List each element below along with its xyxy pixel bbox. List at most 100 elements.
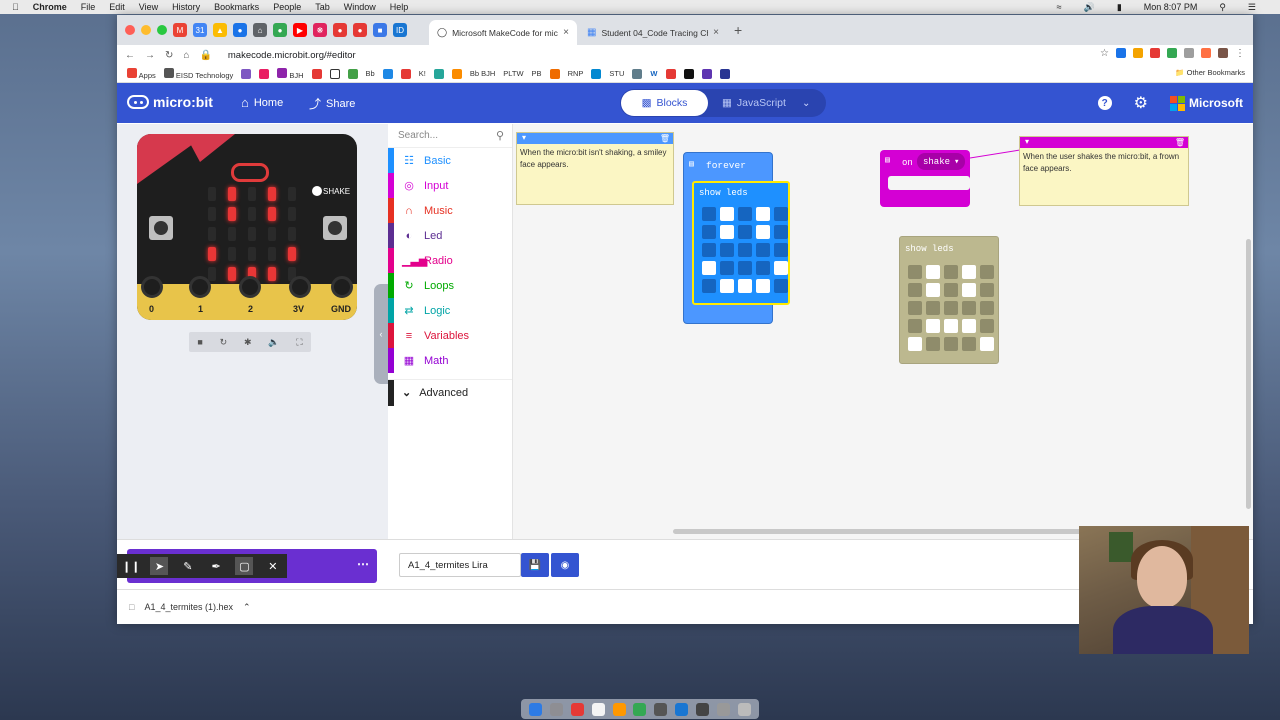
bookmark-bb-bjh[interactable]: Bb BJH (470, 69, 495, 78)
led-cell-on[interactable] (980, 337, 994, 351)
extension-icon[interactable] (1167, 48, 1177, 58)
category-logic[interactable]: ⇄ Logic (388, 298, 512, 323)
extension-icon[interactable] (1150, 48, 1160, 58)
menu-view[interactable]: View (139, 2, 158, 12)
led-cell-on[interactable] (738, 279, 752, 293)
category-basic[interactable]: ☷ Basic (388, 148, 512, 173)
download-filename[interactable]: A1_4_termites (1).hex (144, 602, 233, 612)
search-icon[interactable]: ⚲ (1219, 2, 1226, 13)
bookmark-icon[interactable] (665, 68, 676, 79)
fullscreen-icon[interactable]: ⛶ (296, 337, 302, 348)
led-cell-on[interactable] (926, 283, 940, 297)
menu-history[interactable]: History (172, 2, 200, 12)
led-cell-off[interactable] (962, 301, 976, 315)
pause-icon[interactable]: ❙❙ (122, 557, 140, 575)
mute-icon[interactable]: 🔈 (268, 337, 279, 348)
blocks-tab[interactable]: ▩ Blocks (621, 90, 708, 116)
minimize-window-button[interactable] (141, 25, 151, 35)
app-icon[interactable] (696, 702, 710, 716)
forever-block[interactable]: ▤ forever show leds (683, 152, 790, 324)
led-cell-off[interactable] (908, 265, 922, 279)
led-cell-off[interactable] (774, 207, 788, 221)
star-icon[interactable]: ☆ (1100, 48, 1109, 59)
bookmark-icon[interactable] (259, 68, 270, 79)
bookmark-pltw[interactable]: PLTW (503, 69, 523, 78)
chevron-down-icon[interactable]: ⌄ (802, 98, 810, 109)
led-cell-off[interactable] (702, 279, 716, 293)
atom-icon[interactable]: ❋ (313, 23, 327, 37)
led-cell-off[interactable] (702, 207, 716, 221)
button-a[interactable] (149, 216, 173, 240)
led-cell-off[interactable] (738, 225, 752, 239)
forward-icon[interactable]: → (145, 50, 155, 61)
menu-file[interactable]: File (81, 2, 96, 12)
led-cell-on[interactable] (702, 261, 716, 275)
blocks-workspace[interactable]: ▾ 🗑 When the micro:bit isn't shaking, a … (513, 124, 1253, 539)
classroom-icon[interactable]: ● (273, 23, 287, 37)
led-cell-off[interactable] (908, 319, 922, 333)
category-led[interactable]: ◐ Led (388, 223, 512, 248)
app-icon[interactable] (654, 702, 668, 716)
pin-2[interactable] (239, 276, 261, 298)
bookmark-w[interactable]: W (650, 69, 657, 78)
trash-icon[interactable] (738, 702, 752, 716)
chevron-up-icon[interactable]: ⌃ (243, 602, 251, 613)
menu-app-name[interactable]: Chrome (33, 2, 67, 12)
volume-icon[interactable]: 🔊 (1084, 2, 1095, 13)
home-icon[interactable]: ⌂ (183, 50, 189, 61)
led-cell-on[interactable] (720, 225, 734, 239)
contacts-icon[interactable]: ● (233, 23, 247, 37)
led-cell-off[interactable] (944, 283, 958, 297)
led-editor-grid[interactable] (702, 207, 788, 293)
microbit-logo[interactable]: micro:bit (127, 94, 213, 110)
pin-gnd[interactable] (331, 276, 353, 298)
menu-bookmarks[interactable]: Bookmarks (214, 2, 259, 12)
led-cell-on[interactable] (756, 279, 770, 293)
maximize-window-button[interactable] (157, 25, 167, 35)
youtube-icon[interactable]: ▶ (293, 23, 307, 37)
shake-dropdown[interactable]: shake ▾ (917, 153, 966, 170)
menu-icon[interactable]: ⋮ (1235, 48, 1245, 59)
collapse-simulator-button[interactable]: ‹ (374, 284, 388, 384)
led-cell-off[interactable] (738, 207, 752, 221)
calendar-icon[interactable]: 31 (193, 23, 207, 37)
led-cell-on[interactable] (944, 319, 958, 333)
pin-3v[interactable] (289, 276, 311, 298)
led-cell-off[interactable] (944, 265, 958, 279)
save-button[interactable]: 💾 (521, 553, 549, 577)
button-b[interactable] (323, 216, 347, 240)
tab-student-doc[interactable]: ▦ Student 04_Code Tracing Char × (579, 20, 727, 45)
led-cell-off[interactable] (926, 301, 940, 315)
led-cell-off[interactable] (944, 301, 958, 315)
gear-icon[interactable]: ⚙ (1134, 93, 1148, 113)
back-icon[interactable]: ← (125, 50, 135, 61)
comment-icon[interactable]: ▤ (885, 155, 890, 165)
app-icon[interactable] (675, 702, 689, 716)
bookmark-icon[interactable] (311, 68, 322, 79)
comment-text[interactable]: When the user shakes the micro:bit, a fr… (1020, 148, 1188, 178)
advanced-category[interactable]: ⌄ Advanced (388, 379, 512, 406)
bookmark-icon[interactable] (347, 68, 358, 79)
other-bookmarks[interactable]: 📁 Other Bookmarks (1175, 68, 1245, 77)
debug-icon[interactable]: ✱ (244, 337, 252, 348)
trash-icon[interactable]: 🗑 (660, 133, 670, 145)
help-icon[interactable]: ? (1097, 96, 1112, 110)
led-cell-on[interactable] (720, 207, 734, 221)
led-cell-off[interactable] (720, 243, 734, 257)
meet-icon[interactable]: ■ (373, 23, 387, 37)
bookmark-kahoot[interactable]: K! (419, 69, 426, 78)
more-options-icon[interactable]: ⋯ (357, 557, 369, 571)
toolbox-search[interactable]: Search... ⚲ (388, 124, 512, 148)
notes-icon[interactable] (591, 702, 605, 716)
drive-icon[interactable]: ▲ (213, 23, 227, 37)
category-variables[interactable]: ≡ Variables (388, 323, 512, 348)
category-radio[interactable]: ▁▃▅ Radio (388, 248, 512, 273)
led-cell-off[interactable] (980, 301, 994, 315)
app-icon[interactable] (717, 702, 731, 716)
led-cell-off[interactable] (908, 301, 922, 315)
restart-icon[interactable]: ↻ (220, 337, 228, 348)
comment-frown[interactable]: ▾ 🗑 When the user shakes the micro:bit, … (1019, 136, 1189, 206)
finder-icon[interactable] (528, 702, 542, 716)
detached-show-leds-block[interactable]: show leds (899, 236, 999, 364)
bookmark-icon[interactable] (683, 68, 694, 79)
